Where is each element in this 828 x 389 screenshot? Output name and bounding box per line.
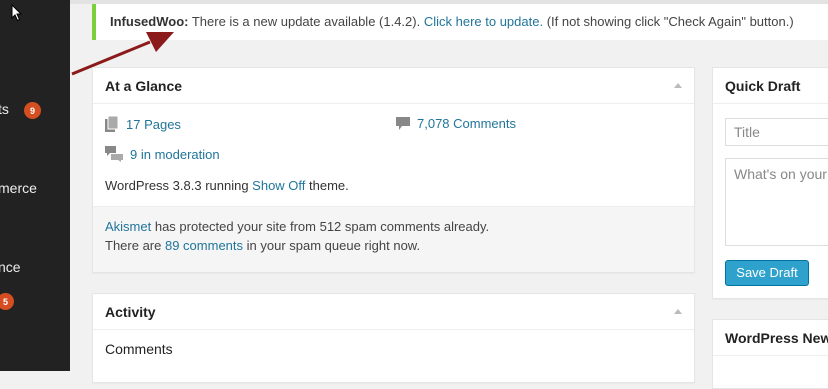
comments-count-link[interactable]: 7,078 Comments [417, 116, 516, 131]
comment-icon [396, 116, 410, 130]
notice-message: There is a new update available (1.4.2). [188, 14, 424, 29]
spam-queue-link[interactable]: 89 comments [165, 238, 243, 253]
activity-title: Activity [105, 304, 156, 320]
moderation-link[interactable]: 9 in moderation [130, 147, 220, 162]
quick-draft-title: Quick Draft [725, 78, 801, 94]
comments-count-badge: 9 [24, 102, 41, 119]
activity-header[interactable]: Activity [93, 294, 694, 330]
pages-count-link[interactable]: 17 Pages [126, 117, 181, 132]
queue-prefix: There are [105, 238, 165, 253]
spam-queue-line: There are 89 comments in your spam queue… [105, 236, 682, 255]
wordpress-version-line: WordPress 3.8.3 running Show Off theme. [105, 178, 349, 193]
pages-icon [105, 116, 119, 132]
at-a-glance-header[interactable]: At a Glance [93, 68, 694, 104]
collapse-toggle-icon[interactable] [674, 309, 682, 314]
update-link[interactable]: Click here to update. [424, 14, 543, 29]
draft-content-textarea[interactable]: What's on your mind? [725, 158, 828, 246]
activity-comments-label: Comments [105, 341, 173, 357]
akismet-line: Akismet has protected your site from 512… [105, 217, 682, 236]
wordpress-news-title: WordPress News [725, 330, 828, 346]
wp-version-text: WordPress 3.8.3 running [105, 178, 253, 193]
glance-moderation: 9 in moderation [105, 146, 220, 162]
mouse-cursor-icon [11, 4, 23, 22]
akismet-text: has protected your site from 512 spam co… [151, 219, 490, 234]
queue-suffix: in your spam queue right now. [243, 238, 421, 253]
notice-hint: (If not showing click "Check Again" butt… [543, 14, 794, 29]
theme-link[interactable]: Show Off [252, 178, 305, 193]
sidebar-item-comments[interactable]: ts [0, 101, 9, 117]
quick-draft-header[interactable]: Quick Draft [713, 68, 828, 104]
draft-title-input[interactable]: Title [725, 118, 828, 146]
at-a-glance-box: At a Glance 17 Pages 7,078 Comments 9 in… [92, 67, 695, 273]
admin-sidebar: ts 9 merce nce 5 [0, 0, 70, 371]
at-a-glance-title: At a Glance [105, 78, 183, 94]
save-draft-button[interactable]: Save Draft [725, 260, 809, 286]
akismet-link[interactable]: Akismet [105, 219, 151, 234]
sidebar-item-appearance[interactable]: nce [0, 259, 21, 275]
update-notice: InfusedWoo: There is a new update availa… [92, 4, 828, 40]
wp-version-suffix: theme. [305, 178, 349, 193]
akismet-summary: Akismet has protected your site from 512… [93, 206, 694, 272]
glance-pages: 17 Pages [105, 116, 181, 132]
updates-count-badge: 5 [0, 293, 14, 310]
comments-moderation-icon [105, 146, 123, 162]
glance-comments: 7,078 Comments [396, 116, 516, 131]
wordpress-news-header[interactable]: WordPress News [713, 320, 828, 356]
notice-plugin-name: InfusedWoo: [110, 14, 189, 29]
quick-draft-box: Quick Draft Title What's on your mind? S… [712, 67, 828, 299]
collapse-toggle-icon[interactable] [674, 83, 682, 88]
wordpress-news-box: WordPress News [712, 319, 828, 389]
activity-box: Activity Comments [92, 293, 695, 383]
sidebar-item-woocommerce[interactable]: merce [0, 180, 37, 196]
